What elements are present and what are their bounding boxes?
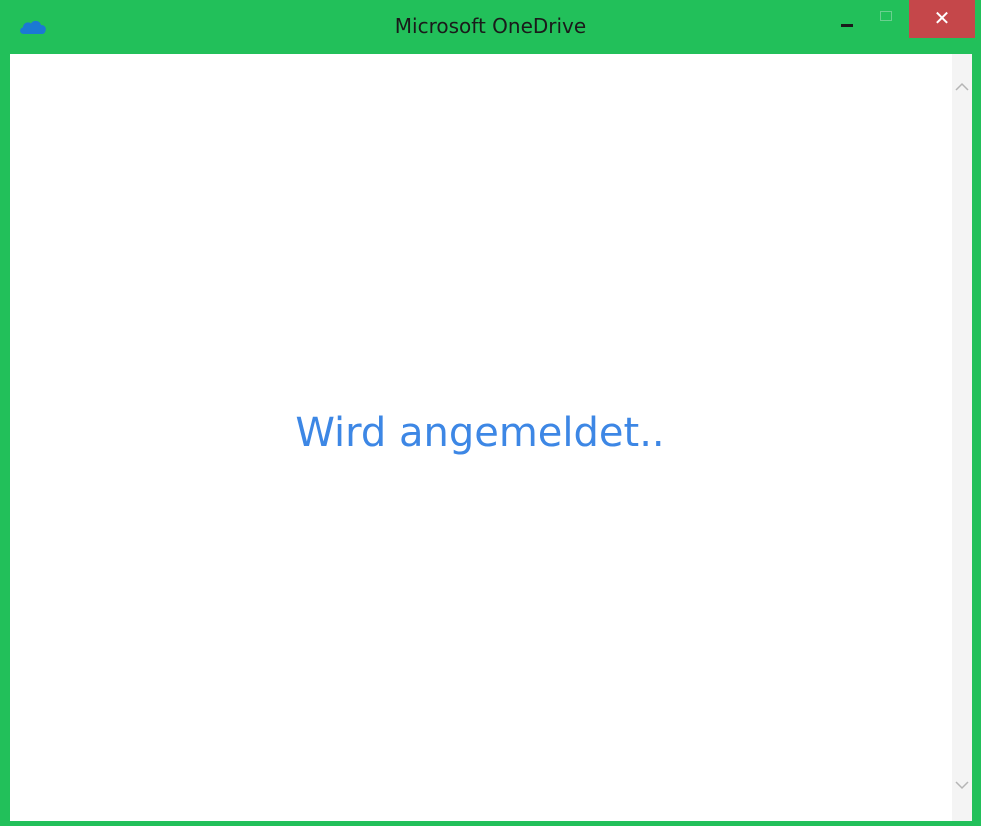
scroll-down-button[interactable] [952, 770, 972, 798]
vertical-scrollbar[interactable] [952, 54, 972, 821]
onedrive-window: Microsoft OneDrive ✕ Wird angemeldet.. [0, 0, 981, 826]
chevron-down-icon [955, 781, 969, 790]
chevron-up-icon [955, 82, 969, 91]
scroll-up-button[interactable] [952, 74, 972, 102]
minimize-icon [841, 24, 853, 27]
content-area: Wird angemeldet.. [10, 54, 952, 821]
title-bar[interactable]: Microsoft OneDrive ✕ [0, 0, 981, 54]
minimize-button[interactable] [830, 0, 870, 38]
client-area: Wird angemeldet.. [10, 54, 972, 821]
close-icon: ✕ [933, 6, 951, 30]
close-button[interactable]: ✕ [909, 0, 975, 38]
maximize-button[interactable] [870, 0, 908, 38]
signing-in-status: Wird angemeldet.. [295, 409, 665, 456]
maximize-icon [880, 11, 892, 21]
onedrive-cloud-icon [18, 18, 48, 36]
